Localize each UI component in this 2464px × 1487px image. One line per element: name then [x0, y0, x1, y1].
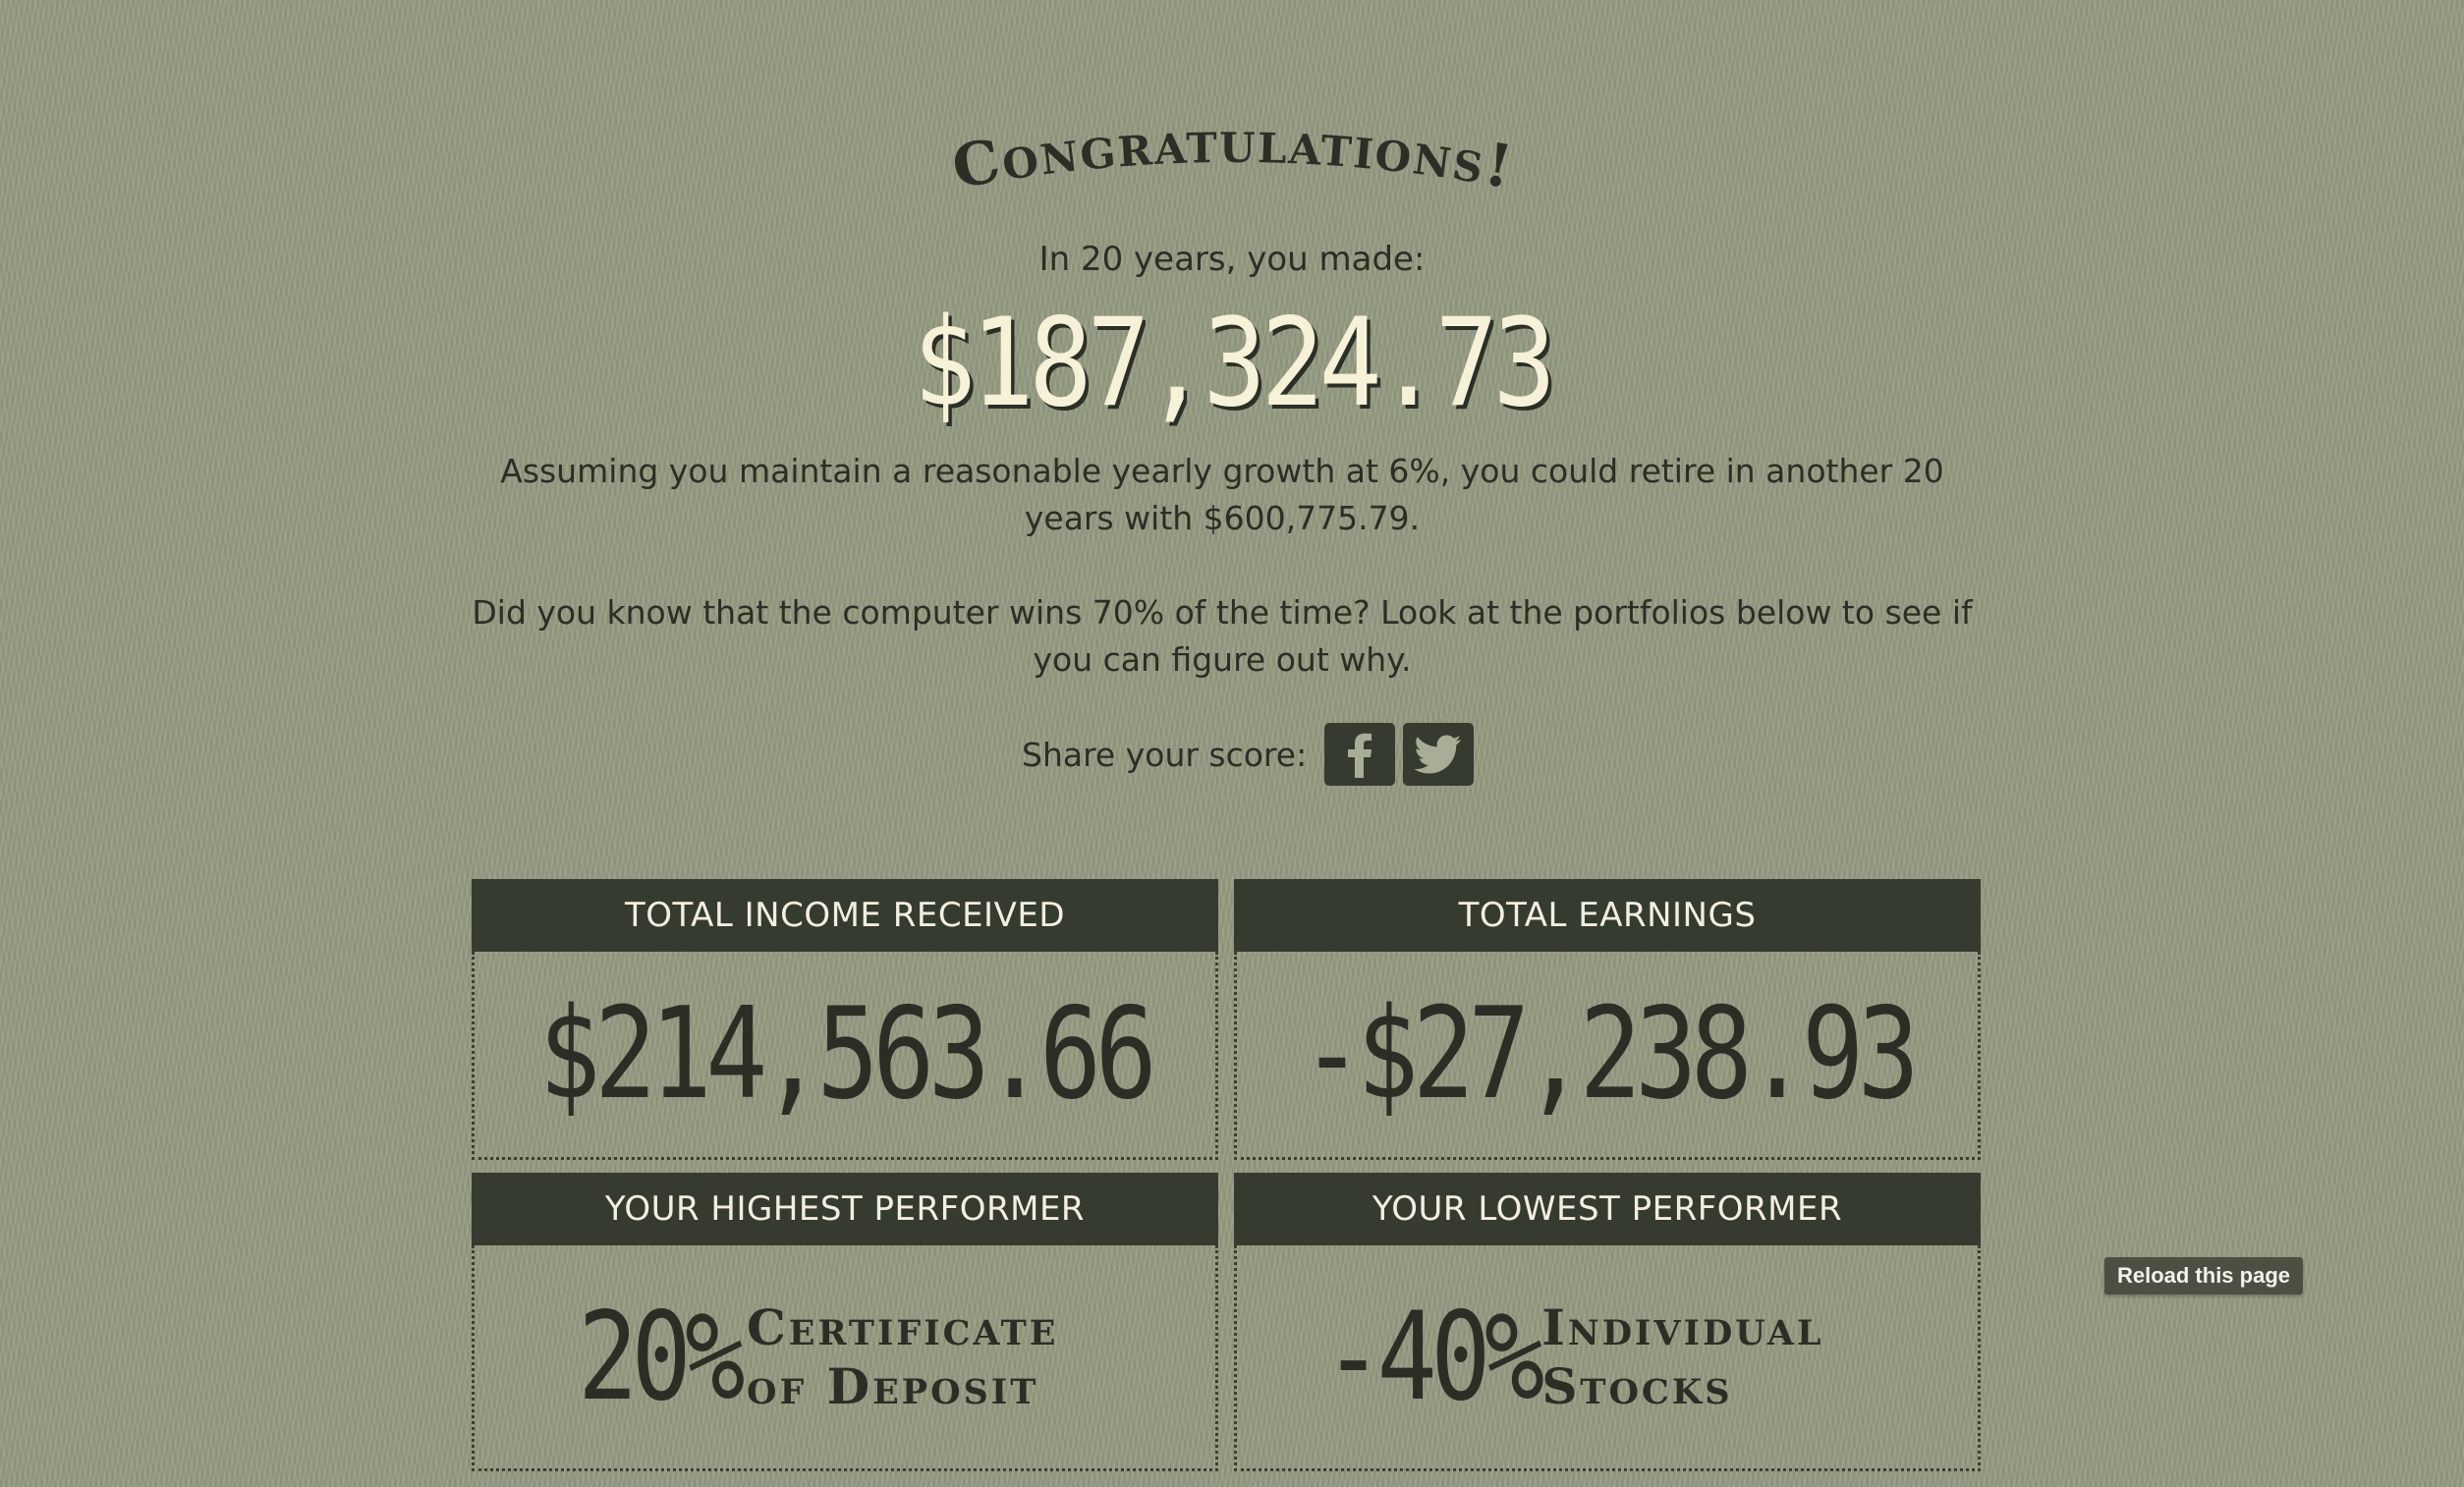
card-body: -$27,238.93 — [1234, 952, 1981, 1160]
card-title: YOUR HIGHEST PERFORMER — [472, 1173, 1218, 1245]
share-row: Share your score: — [1022, 723, 1475, 786]
congratulations-title: Congratulations! — [947, 108, 1519, 202]
lowest-performer-card: YOUR LOWEST PERFORMER -40% Individual St… — [1234, 1173, 1981, 1471]
twitter-share-button[interactable] — [1403, 723, 1475, 786]
result-subtitle: In 20 years, you made: — [1038, 240, 1426, 279]
card-body: $214,563.66 — [472, 952, 1218, 1160]
card-body: 20% Certificate of Deposit — [472, 1245, 1218, 1471]
facebook-icon — [1348, 733, 1372, 778]
highest-performer-percent: 20% — [578, 1286, 746, 1428]
highest-performer-name: Certificate of Deposit — [746, 1297, 1059, 1415]
highest-performer-card: YOUR HIGHEST PERFORMER 20% Certificate o… — [472, 1173, 1218, 1471]
final-amount: $187,324.73 — [913, 293, 1556, 434]
lowest-performer-percent: -40% — [1322, 1286, 1544, 1428]
twitter-icon — [1415, 735, 1462, 774]
total-income-value: $214,563.66 — [538, 981, 1158, 1128]
retirement-projection-text: Assuming you maintain a reasonable yearl… — [500, 452, 1944, 537]
reload-page-button[interactable]: Reload this page — [2104, 1257, 2303, 1294]
card-body: -40% Individual Stocks — [1234, 1245, 1981, 1471]
card-title: TOTAL EARNINGS — [1234, 879, 1981, 952]
lowest-performer-name: Individual Stocks — [1541, 1297, 1824, 1415]
total-income-card: TOTAL INCOME RECEIVED $214,563.66 — [472, 879, 1218, 1160]
card-title: YOUR LOWEST PERFORMER — [1234, 1173, 1981, 1245]
congratulations-title-text: Congratulations! — [947, 108, 1519, 202]
total-earnings-card: TOTAL EARNINGS -$27,238.93 — [1234, 879, 1981, 1160]
total-earnings-value: -$27,238.93 — [1301, 981, 1921, 1128]
card-title: TOTAL INCOME RECEIVED — [472, 879, 1218, 952]
share-label: Share your score: — [1022, 735, 1308, 774]
facebook-share-button[interactable] — [1324, 723, 1396, 786]
computer-wins-text: Did you know that the computer wins 70% … — [472, 593, 1973, 679]
